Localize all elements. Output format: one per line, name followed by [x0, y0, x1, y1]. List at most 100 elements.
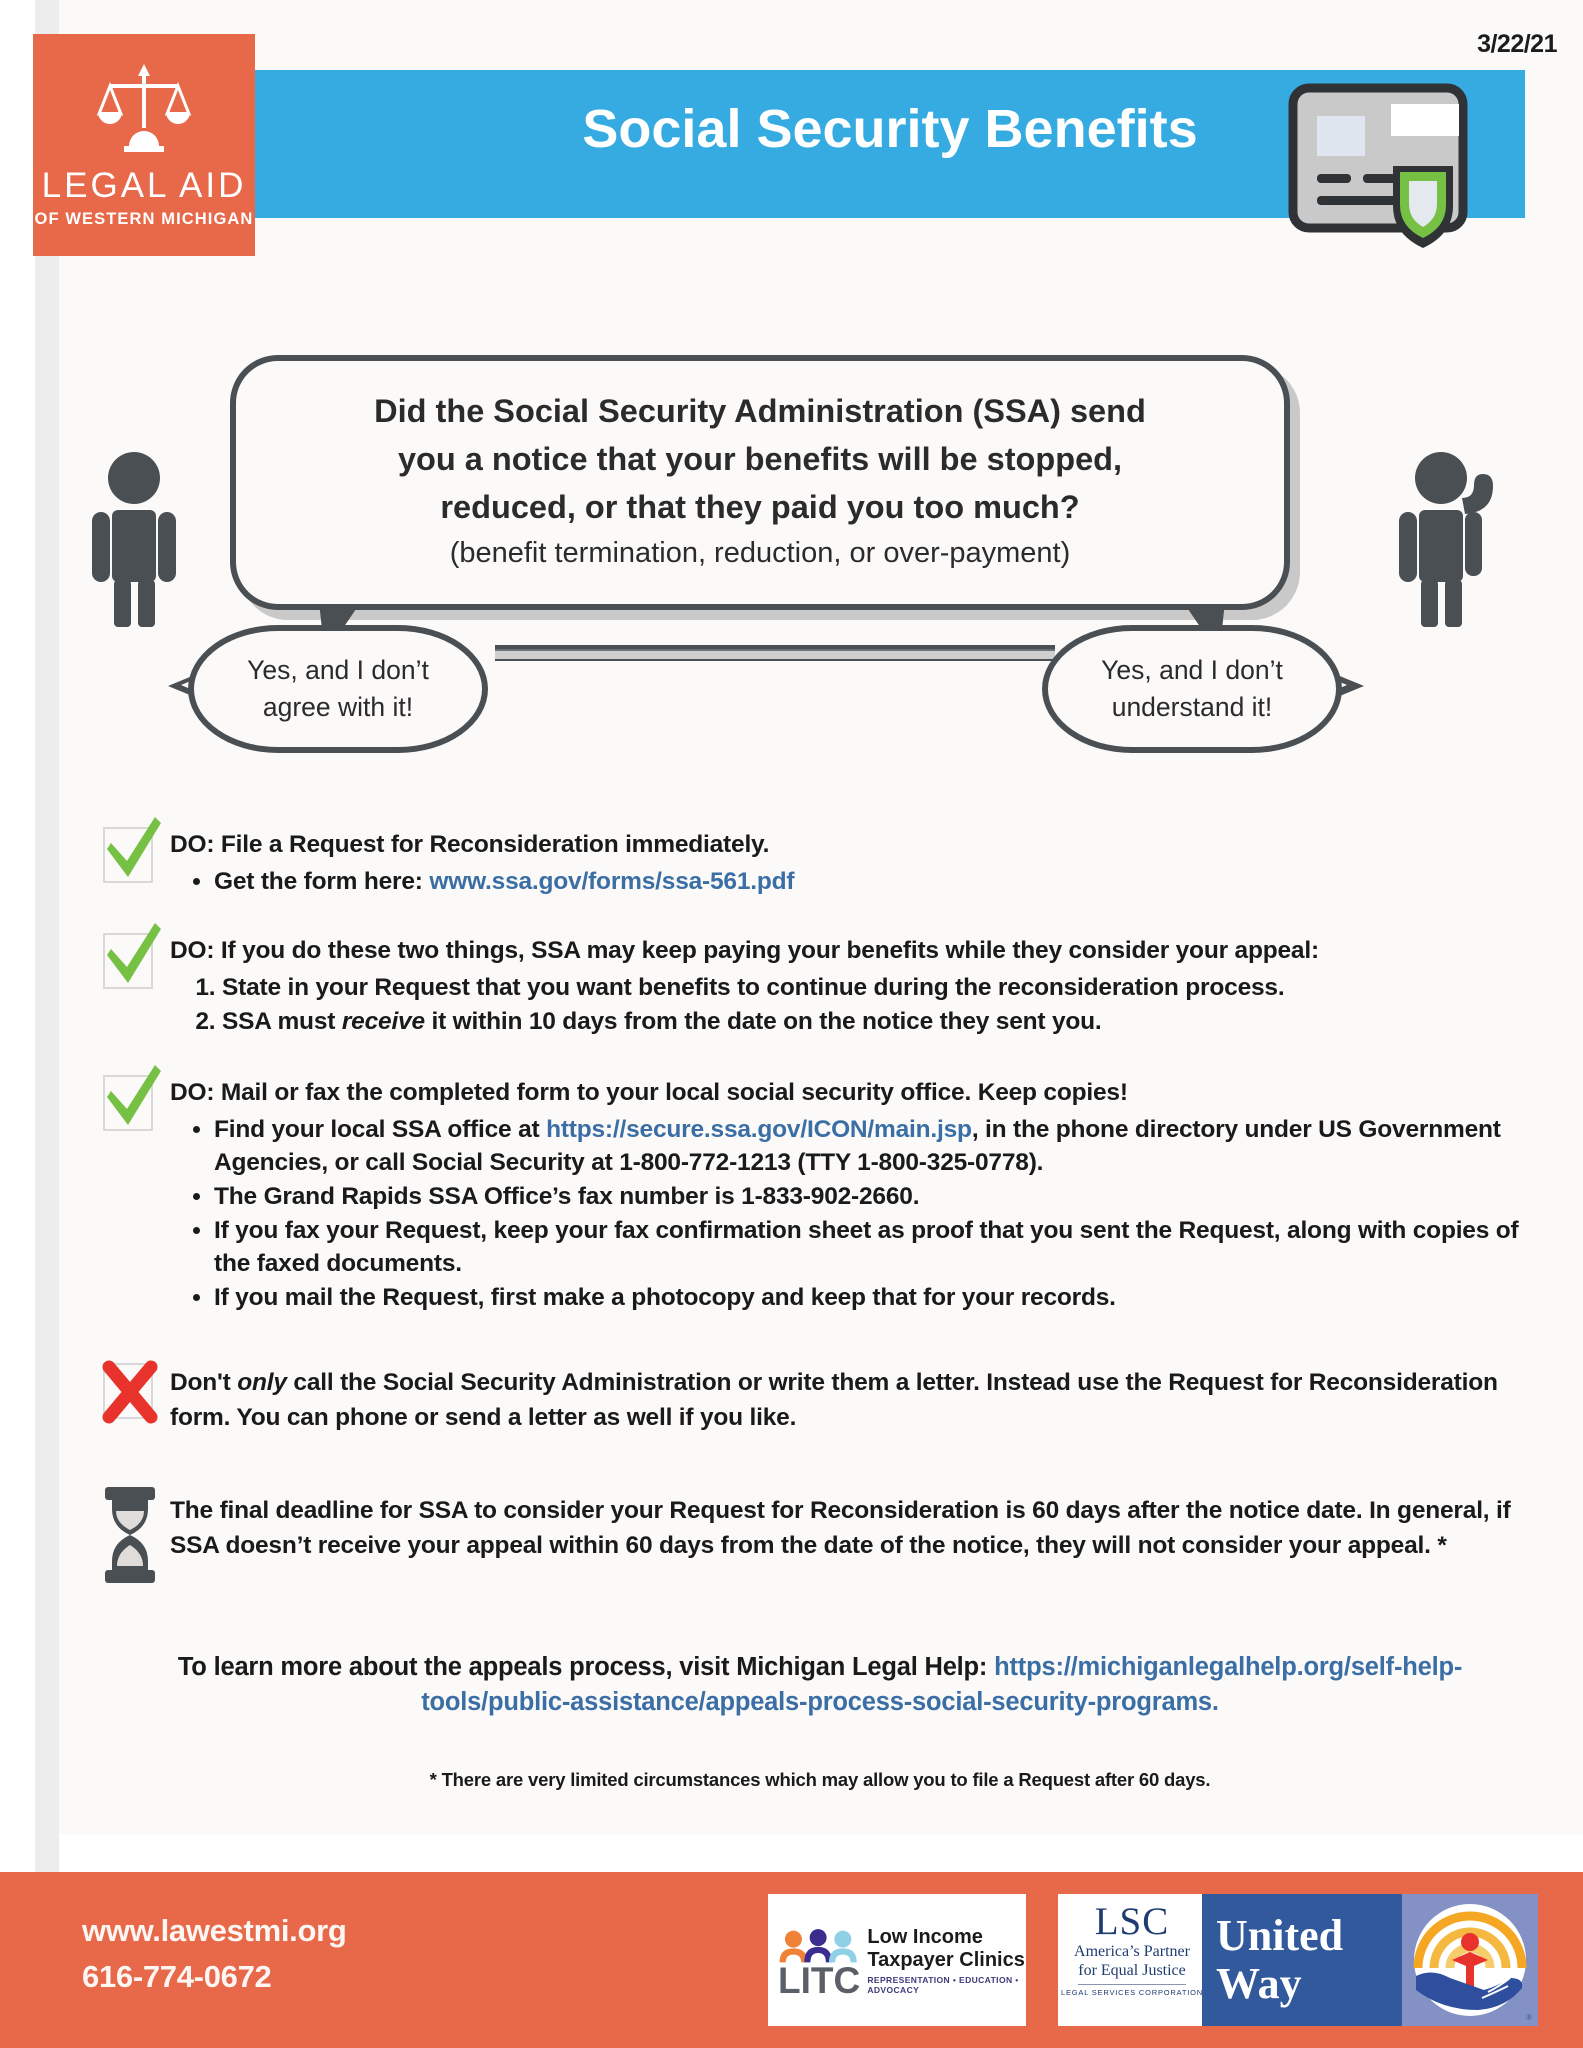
- list-item: State in your Request that you want bene…: [222, 971, 1540, 1004]
- advice-body: DO: If you do these two things, SSA may …: [170, 931, 1540, 1039]
- dont-part-1: Don't: [170, 1369, 238, 1396]
- ssa-form-link[interactable]: www.ssa.gov/forms/ssa-561.pdf: [429, 868, 794, 895]
- bullet-text-before: Get the form here:: [214, 868, 430, 895]
- date-stamp: 3/22/21: [1477, 30, 1557, 58]
- dont-emphasis: only: [237, 1369, 287, 1396]
- question-subtext: (benefit termination, reduction, or over…: [449, 537, 1071, 569]
- lsc-line-1: America’s Partner: [1074, 1943, 1190, 1960]
- page-footer: www.lawestmi.org 616-774-0672 LITC Low I…: [0, 1872, 1583, 2048]
- hourglass-frame: [103, 1487, 155, 1583]
- advice-lead-prefix: DO:: [170, 1079, 221, 1106]
- advice-list: DO: File a Request for Reconsideration i…: [100, 817, 1540, 1585]
- united-way-logo: United Way ®: [1202, 1894, 1538, 2026]
- advice-lead-text: If you do these two things, SSA may keep…: [220, 937, 1319, 964]
- checkbox-frame: [103, 817, 161, 883]
- left-bubble-line-1: Yes, and I don’t: [247, 655, 429, 685]
- bullet-text-before: Find your local SSA office at: [214, 1116, 547, 1143]
- scales-of-justice-icon: [96, 60, 192, 165]
- legal-aid-logo-block: LEGAL AID OF WESTERN MICHIGAN: [33, 34, 255, 256]
- left-person-speech-bubble: Yes, and I don’t agree with it!: [188, 625, 488, 753]
- page-banner: Social Security Benefits: [255, 70, 1525, 248]
- advice-lead: DO: File a Request for Reconsideration i…: [170, 829, 1540, 861]
- advice-body: DO: Mail or fax the completed form to yo…: [170, 1073, 1540, 1315]
- question-line-3: reduced, or that they paid you too much?: [440, 489, 1080, 525]
- green-check-icon: [107, 1065, 161, 1125]
- footer-contact: www.lawestmi.org 616-774-0672: [82, 1908, 347, 2000]
- lsc-line-2: for Equal Justice: [1078, 1962, 1186, 1979]
- advice-lead-prefix: DO:: [170, 831, 221, 858]
- checkbox-frame: [103, 923, 161, 989]
- footnote-text: * There are very limited circumstances w…: [429, 1769, 1211, 1790]
- united-way-wordmark: United Way: [1202, 1894, 1402, 2026]
- united-way-hand-rainbow-icon: [1413, 1904, 1527, 2016]
- united-way-line-2: Way: [1216, 1959, 1302, 2008]
- list-item: If you mail the Request, first make a ph…: [214, 1281, 1540, 1314]
- hourglass-container: [100, 1487, 170, 1583]
- advice-numbered-list: State in your Request that you want bene…: [170, 971, 1540, 1038]
- checkmark-container: [100, 1065, 170, 1131]
- main-question-bubble: Did the Social Security Administration (…: [230, 355, 1290, 610]
- hourglass-icon: [105, 1487, 155, 1583]
- litc-line-2: Taxpayer Clinics: [867, 1948, 1025, 1971]
- left-bubble-line-2: agree with it!: [262, 692, 414, 722]
- advice-lead-text: Mail or fax the completed form to your l…: [220, 1079, 1128, 1106]
- emphasis-receive: receive: [341, 1008, 425, 1035]
- advice-bullets: Find your local SSA office at https://se…: [170, 1113, 1540, 1314]
- learn-more-text: To learn more about the appeals process,…: [110, 1650, 1530, 1720]
- logo-title: LEGAL AID: [41, 166, 247, 205]
- advice-lead-prefix: DO:: [170, 937, 221, 964]
- united-way-emblem-panel: ®: [1402, 1894, 1538, 2026]
- litc-line-1: Low Income: [867, 1925, 983, 1948]
- svg-text:LITC: LITC: [778, 1959, 860, 2001]
- person-right-icon: [1395, 452, 1505, 632]
- left-gutter-strip: [35, 0, 59, 2048]
- list-item: SSA must receive it within 10 days from …: [222, 1005, 1540, 1038]
- green-check-icon: [107, 817, 161, 877]
- list-item: Find your local SSA office at https://se…: [214, 1113, 1540, 1179]
- deadline-text: The final deadline for SSA to consider y…: [170, 1497, 1511, 1559]
- green-check-icon: [107, 923, 161, 983]
- lsc-footer-text: LEGAL SERVICES CORPORATION: [1061, 1988, 1203, 1997]
- checkmark-container: [100, 923, 170, 989]
- list-item: Get the form here: www.ssa.gov/forms/ssa…: [214, 865, 1540, 898]
- advice-item: DO: If you do these two things, SSA may …: [100, 923, 1540, 1039]
- lsc-logo: LSC America’s Partner for Equal Justice …: [1058, 1894, 1206, 2026]
- numbered-item-1: State in your Request that you want bene…: [222, 974, 1285, 1001]
- right-bubble-line-2: understand it!: [1111, 692, 1273, 722]
- bubble-connector-highlight: [495, 651, 1055, 659]
- checkbox-frame: [103, 1065, 161, 1131]
- lsc-divider: [1078, 1984, 1186, 1985]
- united-way-line-1: United: [1216, 1911, 1344, 1960]
- footer-website[interactable]: www.lawestmi.org: [82, 1908, 347, 1954]
- infographic-page: 3/22/21 LEGAL AID OF WESTERN MICHIGAN So…: [0, 0, 1583, 2048]
- advice-item: DO: Mail or fax the completed form to yo…: [100, 1065, 1540, 1315]
- dont-body: Don't only call the Social Security Admi…: [170, 1361, 1540, 1435]
- red-x-icon: [102, 1360, 158, 1424]
- deadline-body: The final deadline for SSA to consider y…: [170, 1489, 1540, 1563]
- litc-people-icon: LITC: [778, 1929, 860, 2001]
- lsc-acronym: LSC: [1094, 1900, 1170, 1943]
- advice-lead: DO: Mail or fax the completed form to yo…: [170, 1077, 1540, 1109]
- advice-lead-text: File a Request for Reconsideration immed…: [220, 831, 770, 858]
- list-item: If you fax your Request, keep your fax c…: [214, 1214, 1540, 1280]
- learn-more-prefix: To learn more about the appeals process,…: [177, 1653, 995, 1681]
- advice-body: DO: File a Request for Reconsideration i…: [170, 825, 1540, 899]
- question-line-1: Did the Social Security Administration (…: [374, 393, 1146, 429]
- advice-item: DO: File a Request for Reconsideration i…: [100, 817, 1540, 899]
- right-person-speech-bubble: Yes, and I don’t understand it!: [1042, 625, 1342, 753]
- person-left-icon: [82, 452, 187, 632]
- logo-subtitle: OF WESTERN MICHIGAN: [34, 210, 254, 228]
- litc-logo: LITC Low Income Taxpayer Clinics REPRESE…: [768, 1894, 1026, 2026]
- ssa-office-locator-link[interactable]: https://secure.ssa.gov/ICON/main.jsp: [546, 1116, 972, 1143]
- footer-phone[interactable]: 616-774-0672: [82, 1954, 347, 2000]
- dont-item: Don't only call the Social Security Admi…: [100, 1360, 1540, 1435]
- question-line-2: you a notice that your benefits will be …: [397, 441, 1123, 477]
- deadline-item: The final deadline for SSA to consider y…: [100, 1487, 1540, 1583]
- checkmark-container: [100, 817, 170, 883]
- advice-bullets: Get the form here: www.ssa.gov/forms/ssa…: [170, 865, 1540, 898]
- id-card-with-shield-icon: [1265, 66, 1515, 256]
- dont-text: Don't only call the Social Security Admi…: [170, 1365, 1540, 1435]
- list-item: The Grand Rapids SSA Office’s fax number…: [214, 1180, 1540, 1213]
- x-mark-container: [100, 1360, 170, 1424]
- x-box-frame: [102, 1360, 158, 1424]
